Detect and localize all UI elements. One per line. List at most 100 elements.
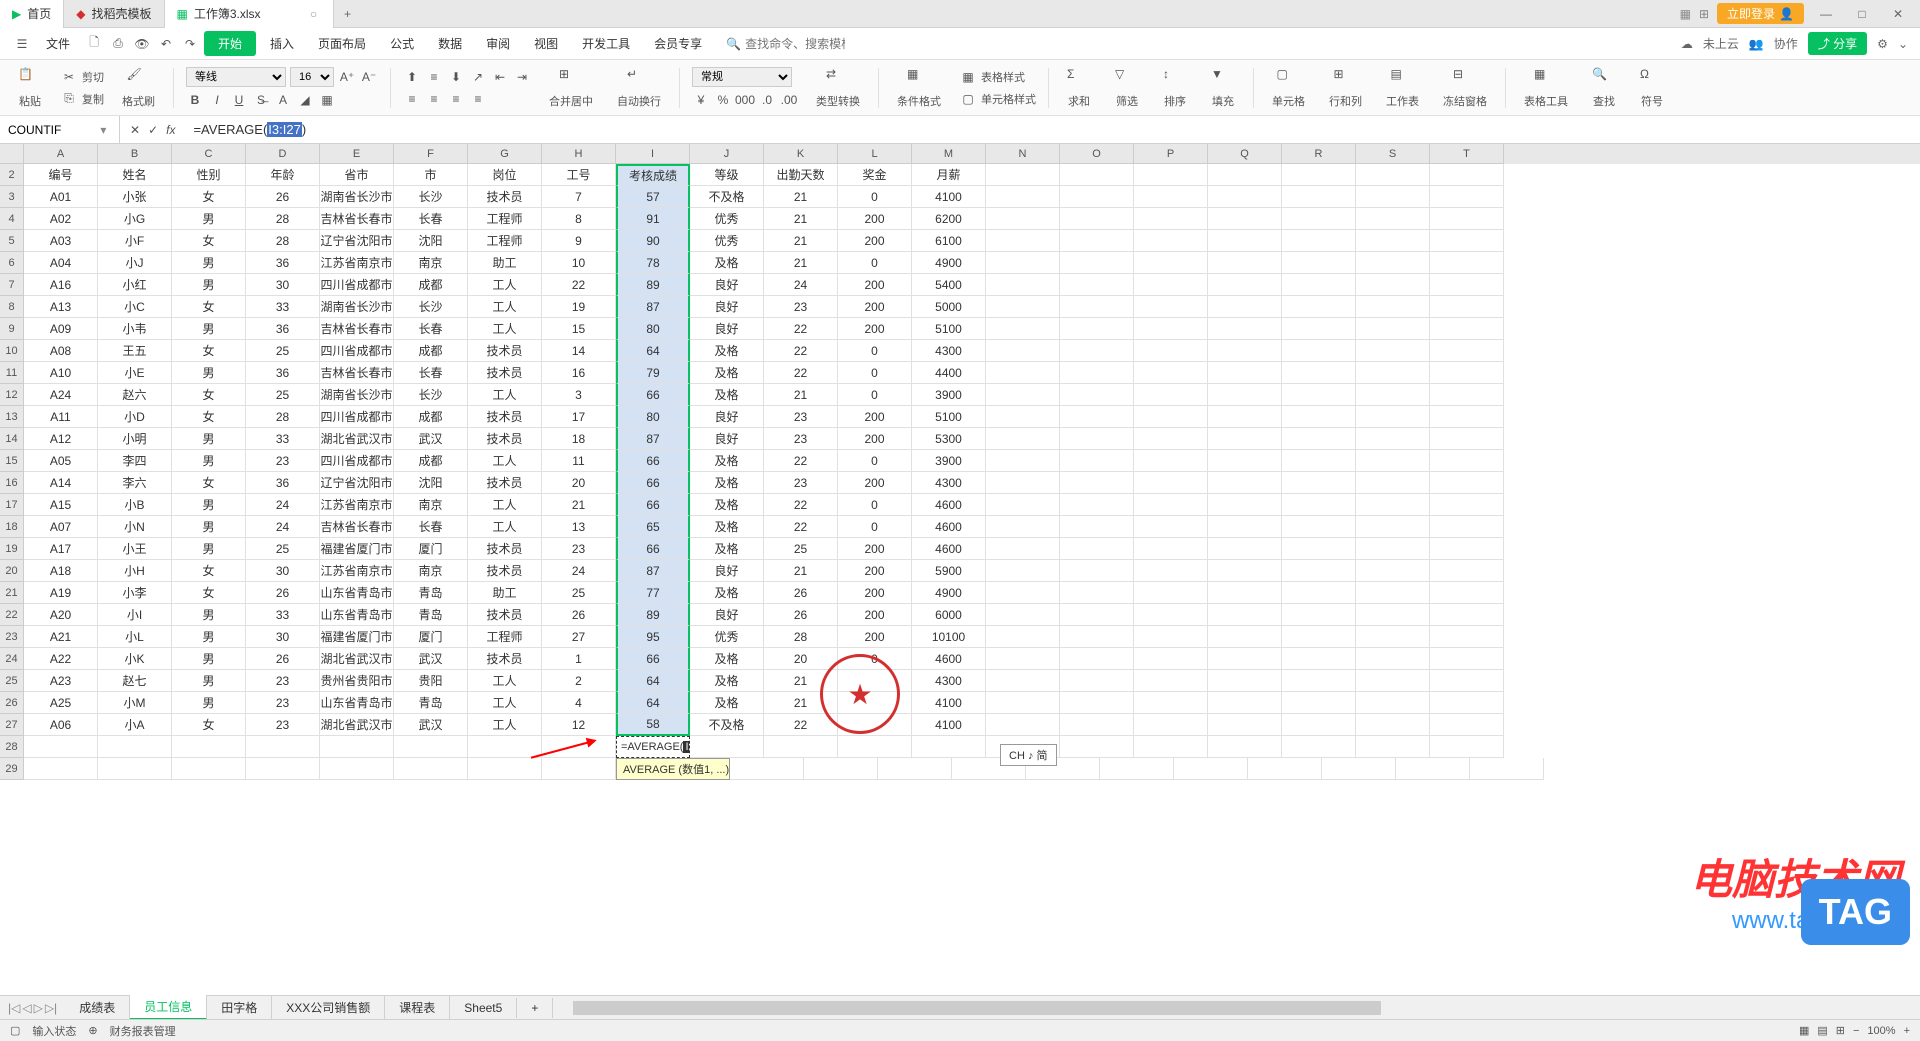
cell[interactable] [1430, 274, 1504, 296]
cell[interactable]: A06 [24, 714, 98, 736]
font-increase-icon[interactable]: A⁺ [338, 68, 356, 86]
cell[interactable]: A22 [24, 648, 98, 670]
prev-sheet-icon[interactable]: ◁ [22, 1001, 31, 1015]
dev-tab[interactable]: 开发工具 [572, 31, 640, 56]
cell[interactable] [1134, 670, 1208, 692]
cell[interactable]: 优秀 [690, 626, 764, 648]
cell[interactable] [1100, 758, 1174, 780]
cell[interactable]: A07 [24, 516, 98, 538]
cell[interactable] [986, 274, 1060, 296]
row-header-7[interactable]: 7 [0, 274, 24, 296]
cell[interactable] [986, 186, 1060, 208]
cell[interactable]: A15 [24, 494, 98, 516]
cell[interactable] [986, 406, 1060, 428]
cell[interactable]: 77 [616, 582, 690, 604]
cell[interactable]: 良好 [690, 560, 764, 582]
cell[interactable] [1134, 604, 1208, 626]
cell[interactable] [1430, 318, 1504, 340]
cell[interactable]: 5100 [912, 406, 986, 428]
font-color-icon[interactable]: A [274, 91, 292, 109]
col-header-D[interactable]: D [246, 144, 320, 164]
cell[interactable]: 23 [764, 428, 838, 450]
cell[interactable]: 27 [542, 626, 616, 648]
cell[interactable]: 小B [98, 494, 172, 516]
cell[interactable]: 小A [98, 714, 172, 736]
cell[interactable] [1430, 340, 1504, 362]
cell[interactable]: 28 [246, 406, 320, 428]
cell[interactable]: 66 [616, 472, 690, 494]
cell[interactable] [1134, 626, 1208, 648]
cell[interactable]: 66 [616, 538, 690, 560]
cell[interactable] [1208, 450, 1282, 472]
cell[interactable]: 及格 [690, 670, 764, 692]
cell[interactable] [1430, 714, 1504, 736]
cell[interactable] [986, 714, 1060, 736]
cell[interactable]: 小M [98, 692, 172, 714]
cell[interactable]: 湖南省长沙市 [320, 384, 394, 406]
view-break-icon[interactable]: ⊞ [1836, 1024, 1845, 1037]
cell[interactable]: 24 [764, 274, 838, 296]
cell[interactable]: 200 [838, 274, 912, 296]
cell[interactable]: 男 [172, 692, 246, 714]
cell[interactable]: 女 [172, 186, 246, 208]
cell[interactable]: 200 [838, 626, 912, 648]
cell[interactable]: 男 [172, 494, 246, 516]
cell[interactable]: 年龄 [246, 164, 320, 186]
indent-inc-icon[interactable]: ⇥ [513, 68, 531, 86]
cell[interactable] [246, 736, 320, 758]
cell[interactable]: 小张 [98, 186, 172, 208]
cell[interactable]: 89 [616, 274, 690, 296]
cell-style-button[interactable]: ▢单元格样式 [959, 90, 1036, 108]
cell[interactable]: 武汉 [394, 428, 468, 450]
cell[interactable] [986, 450, 1060, 472]
cell[interactable] [690, 736, 764, 758]
cell[interactable]: 及格 [690, 472, 764, 494]
cell[interactable]: 23 [246, 450, 320, 472]
cell[interactable] [986, 340, 1060, 362]
cell[interactable]: 市 [394, 164, 468, 186]
share-button[interactable]: ⤴ 分享 [1808, 32, 1867, 55]
cell[interactable] [1134, 208, 1208, 230]
number-format-select[interactable]: 常规 [692, 67, 792, 87]
cell[interactable]: 助工 [468, 252, 542, 274]
cell[interactable] [1060, 208, 1134, 230]
cell[interactable] [1134, 186, 1208, 208]
cell[interactable]: 0 [838, 516, 912, 538]
cell[interactable]: 25 [764, 538, 838, 560]
cell[interactable]: 成都 [394, 406, 468, 428]
cell[interactable]: 长沙 [394, 296, 468, 318]
cell[interactable]: 23 [246, 692, 320, 714]
cell[interactable]: 女 [172, 384, 246, 406]
cell[interactable] [1208, 428, 1282, 450]
align-mid-icon[interactable]: ≡ [425, 68, 443, 86]
cell[interactable]: 长沙 [394, 186, 468, 208]
cell[interactable] [172, 758, 246, 780]
cell[interactable] [986, 582, 1060, 604]
cell[interactable] [1356, 362, 1430, 384]
cell[interactable] [1356, 582, 1430, 604]
cell[interactable]: 男 [172, 318, 246, 340]
cell[interactable] [764, 736, 838, 758]
sheet-tab-2[interactable]: 员工信息 [130, 995, 207, 1020]
cell[interactable]: 小C [98, 296, 172, 318]
cell[interactable] [1060, 604, 1134, 626]
cell[interactable]: 长沙 [394, 384, 468, 406]
view-layout-icon[interactable]: ▤ [1817, 1024, 1827, 1037]
cell[interactable]: 4100 [912, 714, 986, 736]
cell[interactable]: 200 [838, 560, 912, 582]
cell[interactable]: A16 [24, 274, 98, 296]
add-tab-button[interactable]: + [334, 7, 362, 21]
cell[interactable]: 小L [98, 626, 172, 648]
cell[interactable] [1208, 384, 1282, 406]
cell[interactable]: 小K [98, 648, 172, 670]
cell[interactable]: 山东省青岛市 [320, 604, 394, 626]
formula-tab[interactable]: 公式 [380, 31, 424, 56]
home-tab[interactable]: ▶ 首页 [0, 0, 64, 28]
cell[interactable]: 及格 [690, 384, 764, 406]
cell[interactable]: 21 [764, 208, 838, 230]
cell[interactable]: 工号 [542, 164, 616, 186]
cell[interactable] [1430, 494, 1504, 516]
cell[interactable]: 青岛 [394, 692, 468, 714]
italic-icon[interactable]: I [208, 91, 226, 109]
dec-dec-icon[interactable]: .00 [780, 91, 798, 109]
